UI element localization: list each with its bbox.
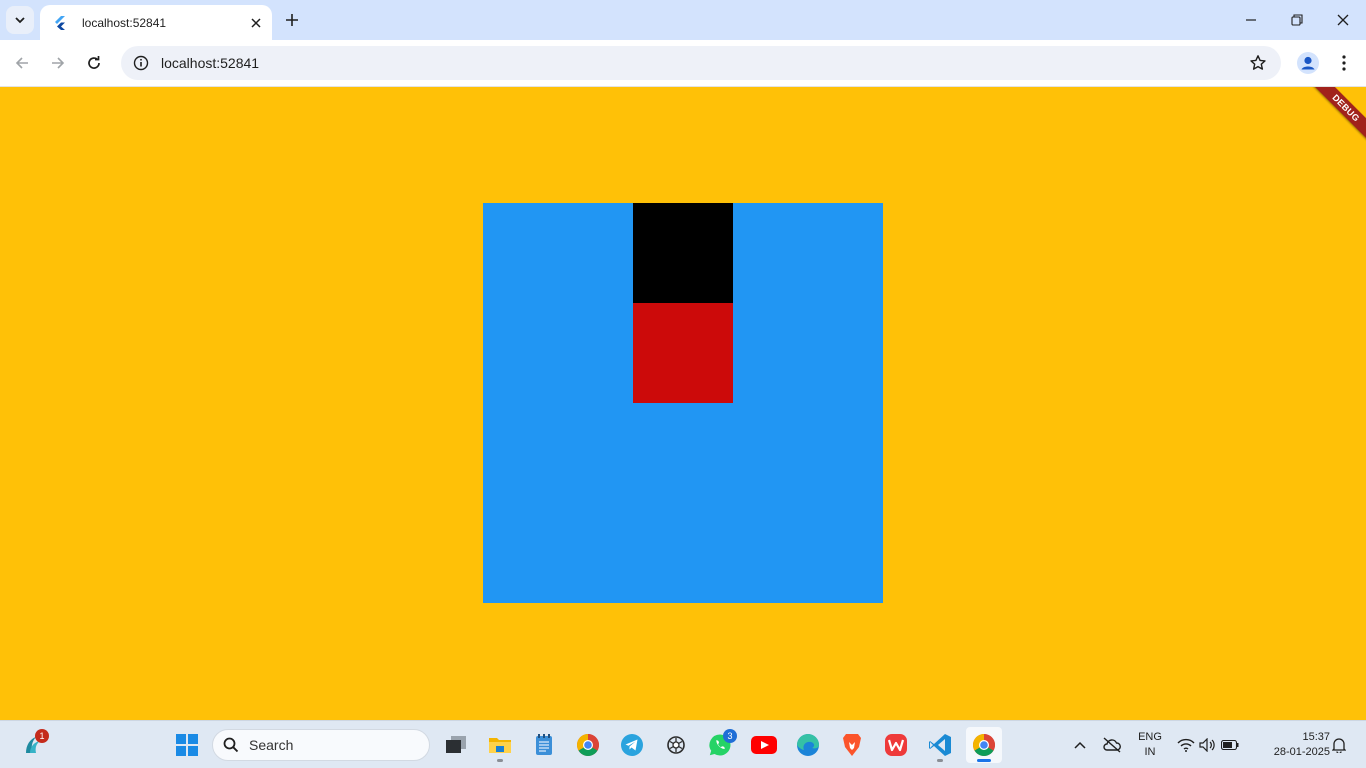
address-bar[interactable]: localhost:52841 bbox=[121, 46, 1281, 80]
restore-icon bbox=[1291, 14, 1303, 26]
browser-tab[interactable]: localhost:52841 bbox=[40, 5, 272, 40]
widgets-badge: 1 bbox=[35, 729, 49, 743]
taskbar: 1 Search 3 ENG IN 15:37 28-01-2025 bbox=[0, 720, 1366, 768]
blue-container bbox=[483, 203, 883, 603]
start-button[interactable] bbox=[169, 727, 205, 763]
clock[interactable]: 15:37 28-01-2025 bbox=[1252, 730, 1330, 760]
flutter-icon bbox=[52, 15, 68, 31]
search-placeholder: Search bbox=[249, 737, 294, 753]
onedrive-button[interactable] bbox=[1094, 727, 1130, 763]
vscode-button[interactable] bbox=[922, 727, 958, 763]
whatsapp-button[interactable]: 3 bbox=[702, 727, 738, 763]
more-vert-icon bbox=[1342, 55, 1346, 71]
url-text[interactable]: localhost:52841 bbox=[161, 55, 1241, 71]
chrome-icon bbox=[577, 734, 599, 756]
running-indicator bbox=[497, 759, 503, 762]
black-container bbox=[633, 203, 733, 303]
vscode-icon bbox=[929, 734, 951, 756]
chrome-active-icon bbox=[973, 734, 995, 756]
browser-toolbar: localhost:52841 bbox=[0, 40, 1366, 87]
close-window-button[interactable] bbox=[1320, 0, 1366, 40]
minimize-button[interactable] bbox=[1228, 0, 1274, 40]
taskbar-search[interactable]: Search bbox=[212, 729, 430, 761]
cloud-off-icon bbox=[1103, 737, 1121, 753]
forward-button[interactable] bbox=[44, 49, 72, 77]
profile-button[interactable] bbox=[1294, 49, 1322, 77]
battery-icon bbox=[1221, 740, 1239, 750]
widgets-button[interactable]: 1 bbox=[14, 727, 50, 763]
new-tab-button[interactable] bbox=[280, 8, 304, 32]
debug-banner: DEBUG bbox=[1298, 87, 1366, 156]
brave-button[interactable] bbox=[834, 727, 870, 763]
language-label: ENG bbox=[1138, 731, 1162, 743]
region-label: IN bbox=[1144, 746, 1156, 758]
youtube-button[interactable] bbox=[746, 727, 782, 763]
telegram-button[interactable] bbox=[614, 727, 650, 763]
volume-icon bbox=[1199, 738, 1215, 752]
notepad-button[interactable] bbox=[526, 727, 562, 763]
chrome-active-button[interactable] bbox=[966, 727, 1002, 763]
site-info-icon[interactable] bbox=[125, 46, 157, 80]
browser-menu-button[interactable] bbox=[1330, 49, 1358, 77]
quick-settings-button[interactable] bbox=[1174, 727, 1242, 763]
telegram-icon bbox=[621, 734, 643, 756]
chatgpt-icon bbox=[667, 736, 685, 754]
close-tab-icon[interactable] bbox=[246, 13, 266, 33]
chevron-down-icon bbox=[15, 17, 25, 24]
wifi-icon bbox=[1177, 738, 1195, 752]
active-indicator bbox=[977, 759, 991, 762]
whatsapp-badge: 3 bbox=[723, 729, 737, 743]
bookmark-star-icon[interactable] bbox=[1241, 46, 1275, 80]
restore-button[interactable] bbox=[1274, 0, 1320, 40]
close-icon bbox=[1337, 14, 1349, 26]
wps-office-button[interactable] bbox=[878, 727, 914, 763]
page-viewport: DEBUG bbox=[0, 87, 1366, 720]
wps-icon bbox=[885, 734, 907, 756]
reload-icon bbox=[88, 56, 100, 69]
back-button[interactable] bbox=[8, 49, 36, 77]
file-explorer-button[interactable] bbox=[482, 727, 518, 763]
notifications-button[interactable] bbox=[1326, 727, 1352, 763]
running-indicator bbox=[937, 759, 943, 762]
avatar-icon bbox=[1297, 52, 1319, 74]
red-container bbox=[633, 303, 733, 403]
arrow-left-icon bbox=[15, 57, 28, 69]
task-view-button[interactable] bbox=[438, 727, 474, 763]
tab-search-button[interactable] bbox=[6, 6, 34, 34]
plus-icon bbox=[286, 14, 298, 26]
notification-bell-icon bbox=[1332, 738, 1346, 753]
tab-title: localhost:52841 bbox=[82, 15, 167, 30]
chatgpt-button[interactable] bbox=[658, 727, 694, 763]
task-view-icon bbox=[446, 736, 466, 753]
notepad-icon bbox=[536, 734, 552, 755]
youtube-icon bbox=[751, 736, 777, 754]
arrow-right-icon bbox=[52, 57, 65, 69]
tab-strip: localhost:52841 bbox=[0, 0, 1366, 40]
windows-start-icon bbox=[176, 734, 198, 756]
brave-icon bbox=[843, 734, 861, 756]
clock-time: 15:37 bbox=[1302, 731, 1330, 743]
chevron-up-icon bbox=[1074, 741, 1086, 749]
search-icon bbox=[223, 737, 239, 753]
clock-date: 28-01-2025 bbox=[1273, 746, 1330, 758]
reload-button[interactable] bbox=[80, 49, 108, 77]
chrome-button[interactable] bbox=[570, 727, 606, 763]
show-hidden-icons-button[interactable] bbox=[1062, 727, 1098, 763]
input-language-indicator[interactable]: ENG IN bbox=[1132, 730, 1168, 760]
edge-icon bbox=[797, 734, 819, 756]
minimize-icon bbox=[1246, 19, 1256, 21]
edge-button[interactable] bbox=[790, 727, 826, 763]
folder-icon bbox=[489, 738, 511, 753]
